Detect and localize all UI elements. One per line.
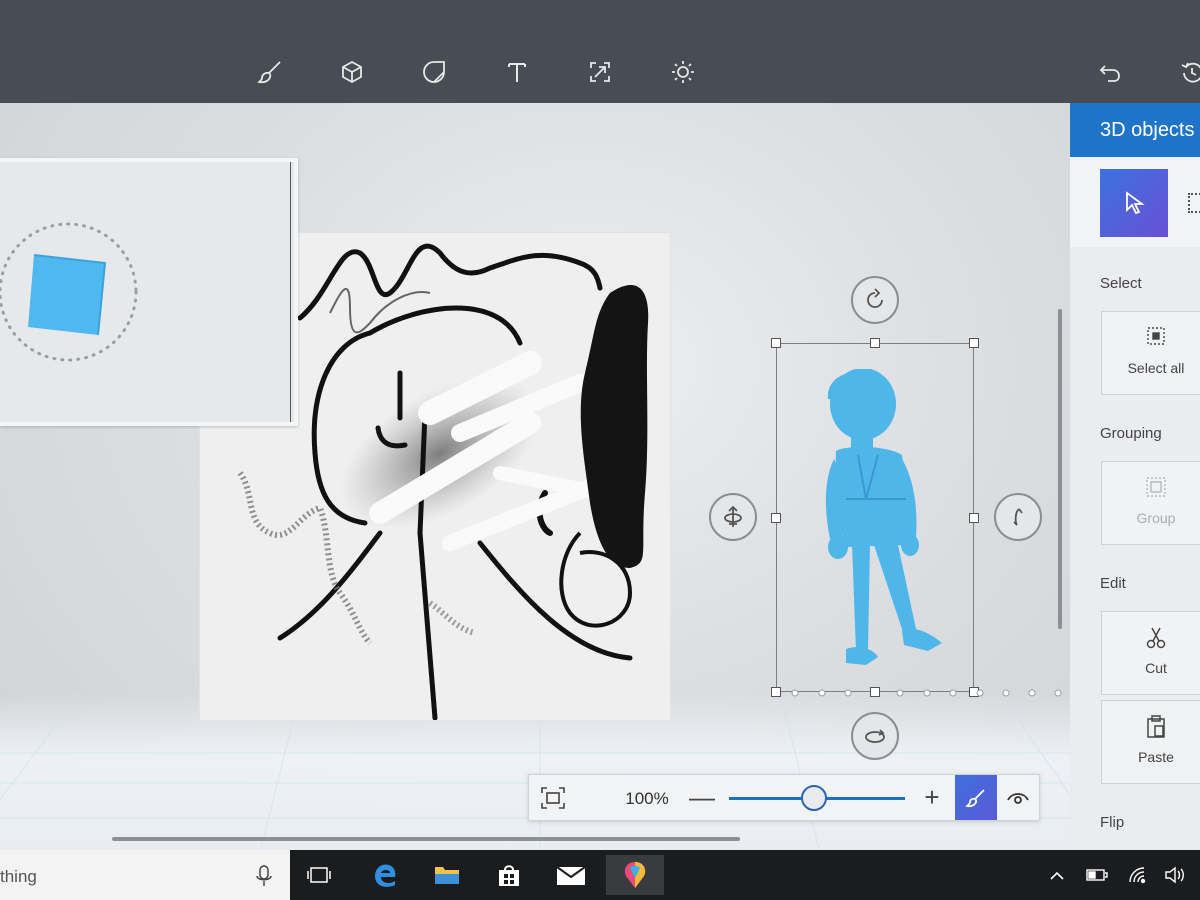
rotate-icon	[867, 288, 883, 308]
section-select-label: Select	[1100, 275, 1142, 292]
zoom-in-button[interactable]: +	[917, 783, 947, 813]
text-icon[interactable]	[497, 52, 537, 92]
selection-box[interactable]	[776, 343, 974, 692]
3d-objects-icon[interactable]	[332, 52, 372, 92]
edge-browser-icon[interactable]	[364, 855, 406, 895]
rotate-depth-button[interactable]	[851, 712, 899, 760]
section-edit-label: Edit	[1100, 575, 1126, 592]
marquee-tool-icon[interactable]	[1188, 193, 1200, 213]
windows-taskbar: thing	[0, 850, 1200, 900]
paste-button[interactable]: Paste	[1101, 700, 1200, 784]
vertical-scrollbar[interactable]	[1058, 309, 1062, 629]
section-flip-label: Flip	[1100, 814, 1125, 831]
top-toolbar	[0, 0, 1200, 103]
zoom-slider-thumb[interactable]	[801, 785, 828, 811]
preview-edge	[290, 162, 291, 422]
section-grouping-label: Grouping	[1100, 425, 1162, 442]
battery-icon[interactable]	[1085, 863, 1109, 887]
stickers-icon[interactable]	[414, 52, 454, 92]
paste-label: Paste	[1138, 749, 1174, 765]
rotate-around-icon	[865, 729, 885, 743]
effects-icon[interactable]	[663, 52, 703, 92]
fit-to-screen-icon[interactable]	[537, 783, 569, 813]
eye-icon	[1007, 792, 1029, 804]
select-all-button[interactable]: Select all	[1101, 311, 1200, 395]
brushes-icon[interactable]	[250, 52, 290, 92]
microphone-icon[interactable]	[254, 864, 274, 893]
rotate-z-button[interactable]	[851, 276, 899, 324]
wifi-icon[interactable]	[1127, 863, 1151, 887]
store-icon[interactable]	[488, 855, 530, 895]
group-label: Group	[1136, 510, 1176, 526]
undo-icon[interactable]	[1090, 52, 1130, 92]
preview-object[interactable]	[0, 217, 152, 377]
resize-handle-top-left[interactable]	[771, 338, 781, 348]
paint-3d-app-icon[interactable]	[606, 855, 664, 895]
resize-handle-right[interactable]	[969, 513, 979, 523]
taskbar-search-box[interactable]: thing	[0, 850, 290, 900]
3d-objects-panel: 3D objects Select Select all Grouping Gr…	[1070, 103, 1200, 850]
cut-label: Cut	[1145, 660, 1167, 676]
select-all-label: Select all	[1127, 360, 1185, 376]
zoom-bar: 100% — +	[528, 774, 1040, 821]
group-button[interactable]: Group	[1101, 461, 1200, 545]
history-icon[interactable]	[1172, 52, 1200, 92]
select-all-icon	[1102, 326, 1200, 351]
volume-icon[interactable]	[1164, 863, 1188, 887]
object-preview-panel	[0, 158, 298, 426]
resize-handle-left[interactable]	[771, 513, 781, 523]
rotate-vertical-icon	[724, 505, 742, 527]
mail-icon[interactable]	[550, 855, 592, 895]
canvas-icon[interactable]	[580, 52, 620, 92]
file-explorer-icon[interactable]	[426, 855, 468, 895]
clipboard-icon	[1102, 715, 1200, 744]
cursor-icon	[1126, 191, 1145, 215]
pen-icon	[965, 788, 985, 807]
resize-handle-top-right[interactable]	[969, 338, 979, 348]
group-icon	[1102, 476, 1200, 503]
workspace-3d-view[interactable]	[0, 103, 1070, 850]
zoom-out-button[interactable]: —	[687, 783, 717, 813]
select-tool-button[interactable]	[1100, 169, 1168, 237]
panel-title: 3D objects	[1070, 103, 1200, 157]
tool-selector	[1070, 157, 1200, 247]
scissors-icon	[1102, 626, 1200, 655]
horizontal-scrollbar[interactable]	[112, 837, 740, 841]
depth-guide-dots	[791, 689, 1062, 697]
rotate-horizontal-icon	[1013, 508, 1023, 526]
rotate-y-button[interactable]	[994, 493, 1042, 541]
chevron-up-icon[interactable]	[1045, 863, 1069, 887]
search-placeholder: thing	[0, 867, 37, 886]
cut-button[interactable]: Cut	[1101, 611, 1200, 695]
task-view-icon[interactable]	[298, 855, 340, 895]
draw-mode-button[interactable]	[955, 775, 997, 820]
view-mode-button[interactable]	[997, 775, 1039, 820]
rotate-x-button[interactable]	[709, 493, 757, 541]
zoom-percentage: 100%	[625, 789, 669, 808]
resize-handle-top[interactable]	[870, 338, 880, 348]
